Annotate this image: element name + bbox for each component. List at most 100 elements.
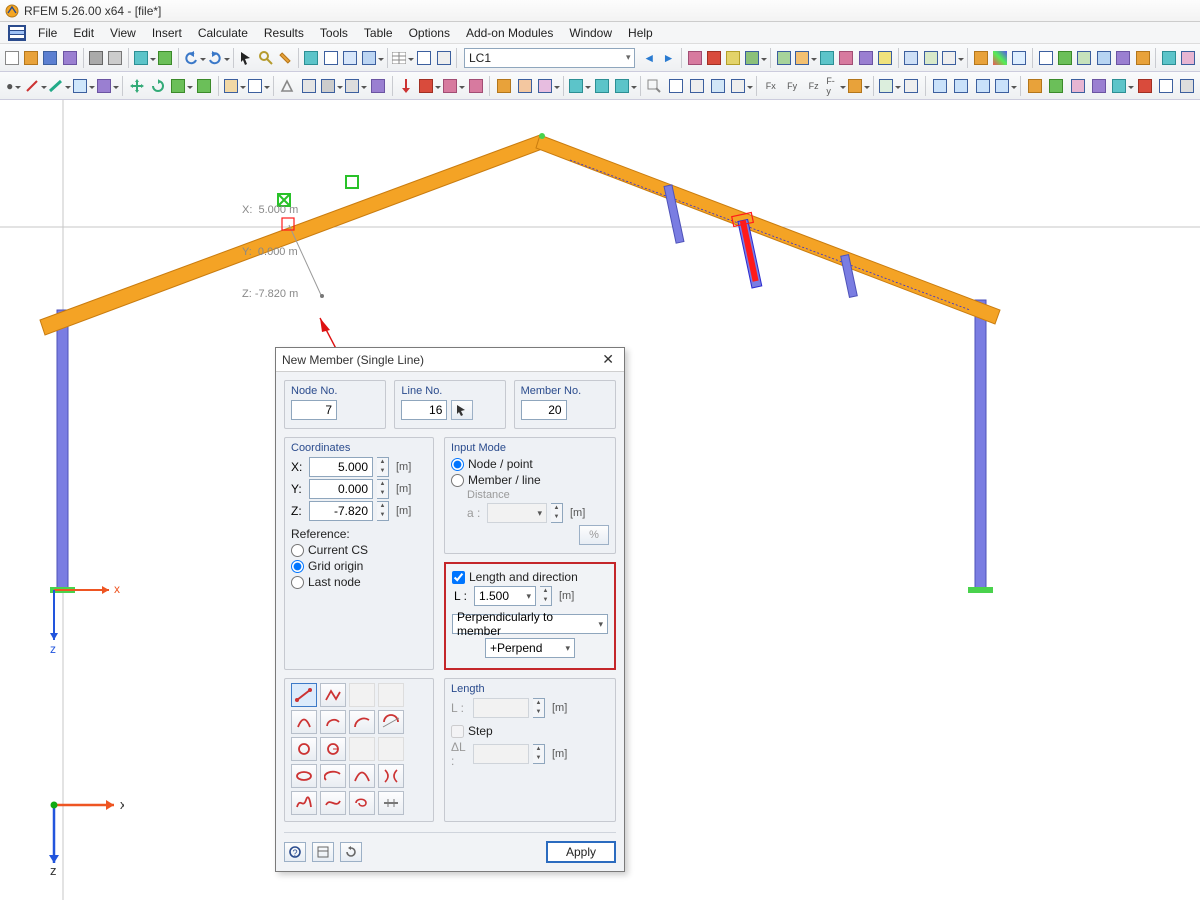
save-icon[interactable] — [42, 47, 59, 69]
ref-grid-radio[interactable]: Grid origin — [291, 559, 427, 573]
close-icon[interactable]: ✕ — [598, 351, 618, 368]
internal-forces-icon[interactable] — [794, 47, 816, 69]
calc-icon[interactable] — [744, 47, 766, 69]
imposed-icon[interactable] — [494, 75, 513, 97]
print-graphic-icon[interactable] — [107, 47, 124, 69]
view-3d-icon[interactable] — [303, 47, 320, 69]
plane-yz-icon[interactable] — [614, 75, 636, 97]
prev-lc-icon[interactable]: ◄ — [640, 47, 657, 69]
deform-icon[interactable] — [775, 47, 792, 69]
linetype-polyline-icon[interactable] — [320, 683, 346, 707]
eccentricity-icon[interactable] — [368, 75, 387, 97]
open-file-icon[interactable] — [22, 47, 39, 69]
surface-tool-icon[interactable] — [72, 75, 94, 97]
modules-icon[interactable] — [1160, 47, 1177, 69]
undo-icon[interactable] — [183, 47, 205, 69]
dxf-icon[interactable] — [1179, 47, 1196, 69]
zoom-prev-icon[interactable] — [687, 75, 706, 97]
member-tool-icon[interactable] — [48, 75, 70, 97]
coord-x-spinner[interactable]: ▲▼ — [377, 457, 389, 477]
view-iso-icon[interactable] — [847, 75, 869, 97]
render2-icon[interactable] — [951, 75, 970, 97]
shading-icon[interactable] — [361, 47, 383, 69]
free-load-icon[interactable] — [537, 75, 559, 97]
im-member-radio[interactable]: Member / line — [451, 473, 609, 487]
line-support-icon[interactable] — [299, 75, 318, 97]
linetype-circle-icon[interactable] — [291, 737, 317, 761]
numbering-icon[interactable] — [941, 47, 963, 69]
line-load-icon[interactable] — [418, 75, 440, 97]
pick-line-icon[interactable] — [451, 400, 473, 420]
redo-icon[interactable] — [207, 47, 229, 69]
app-menu-icon[interactable] — [4, 22, 30, 43]
ref-current-radio[interactable]: Current CS — [291, 543, 427, 557]
dimension-icon[interactable] — [223, 75, 245, 97]
menu-edit[interactable]: Edit — [65, 22, 102, 43]
hinge-icon[interactable] — [320, 75, 342, 97]
snap-icon[interactable] — [1056, 47, 1073, 69]
menu-table[interactable]: Table — [356, 22, 401, 43]
coord-z-input[interactable] — [309, 501, 373, 521]
linetype-hyperbola-icon[interactable] — [378, 764, 404, 788]
menu-options[interactable]: Options — [401, 22, 458, 43]
direction-sign-combo[interactable]: +Perpend▾ — [485, 638, 575, 658]
render3-icon[interactable] — [973, 75, 992, 97]
diagrams-icon[interactable] — [857, 47, 874, 69]
find-icon[interactable] — [257, 47, 274, 69]
wireframe-icon[interactable] — [322, 47, 339, 69]
view-z-icon[interactable]: Fz — [804, 75, 823, 97]
layers-icon[interactable] — [1114, 47, 1131, 69]
scale-icon[interactable] — [194, 75, 213, 97]
extra2-icon[interactable] — [1047, 75, 1066, 97]
zoom-window-icon[interactable] — [644, 75, 663, 97]
direction-mode-combo[interactable]: Perpendicularly to member▾ — [452, 614, 608, 634]
dialog-titlebar[interactable]: New Member (Single Line) ✕ — [276, 348, 624, 372]
nodal-load-icon[interactable] — [397, 75, 416, 97]
linetype-arc-tan-icon[interactable] — [378, 710, 404, 734]
linetype-arc3-icon[interactable] — [349, 710, 375, 734]
new-file-icon[interactable] — [3, 47, 20, 69]
extra3-icon[interactable] — [1068, 75, 1087, 97]
extra7-icon[interactable] — [1156, 75, 1175, 97]
visibility-icon[interactable] — [1011, 47, 1028, 69]
node-no-input[interactable] — [291, 400, 337, 420]
copy-icon[interactable] — [133, 47, 155, 69]
animation-icon[interactable] — [876, 47, 893, 69]
ref-last-radio[interactable]: Last node — [291, 575, 427, 589]
materials-icon[interactable] — [1134, 47, 1151, 69]
report-icon[interactable] — [415, 47, 432, 69]
member-no-input[interactable] — [521, 400, 567, 420]
surface-load-icon[interactable] — [442, 75, 464, 97]
linetype-ellipse-icon[interactable] — [291, 764, 317, 788]
menu-results[interactable]: Results — [256, 22, 312, 43]
layer-icon[interactable] — [878, 75, 900, 97]
result-combo-icon[interactable] — [725, 47, 742, 69]
iso-view-icon[interactable] — [709, 75, 728, 97]
save-all-icon[interactable] — [61, 47, 78, 69]
linetype-parabola-icon[interactable] — [349, 764, 375, 788]
nodal-support-icon[interactable] — [277, 75, 296, 97]
menu-tools[interactable]: Tools — [312, 22, 356, 43]
render1-icon[interactable] — [930, 75, 949, 97]
menu-help[interactable]: Help — [620, 22, 661, 43]
table-icon[interactable] — [391, 47, 413, 69]
length-direction-check[interactable]: Length and direction — [452, 570, 608, 584]
help-button[interactable]: ? — [284, 842, 306, 862]
coord-z-spinner[interactable]: ▲▼ — [377, 501, 389, 521]
mirror-icon[interactable] — [170, 75, 192, 97]
load-case-combo[interactable]: LC1▾ — [464, 48, 636, 68]
next-lc-icon[interactable]: ► — [660, 47, 677, 69]
view-neg-icon[interactable]: F-y — [825, 75, 844, 97]
text-icon[interactable] — [247, 75, 269, 97]
extra5-icon[interactable] — [1111, 75, 1133, 97]
zoom-all-icon[interactable] — [666, 75, 685, 97]
plane-xy-icon[interactable] — [568, 75, 590, 97]
menu-calculate[interactable]: Calculate — [190, 22, 256, 43]
linetype-cut-icon[interactable] — [378, 791, 404, 815]
length-L-combo[interactable]: 1.500▾ — [474, 586, 536, 606]
filter-icon[interactable] — [972, 47, 989, 69]
length-L-spinner[interactable]: ▲▼ — [540, 586, 552, 606]
menu-view[interactable]: View — [102, 22, 144, 43]
grid-icon[interactable] — [1037, 47, 1054, 69]
support-forces-icon[interactable] — [818, 47, 835, 69]
